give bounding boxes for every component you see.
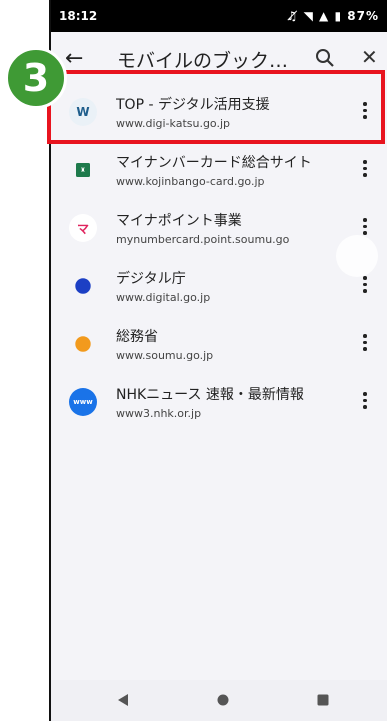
signal-icon: ▲: [319, 9, 330, 23]
wifi-icon: ◥: [303, 9, 314, 23]
bookmark-item[interactable]: ♜ マイナンバーカード総合サイト www.kojinbango-card.go.jp: [51, 142, 387, 200]
bookmark-title: マイナポイント事業: [116, 213, 242, 229]
bookmark-url: www.soumu.go.jp: [116, 349, 214, 362]
system-nav-bar: [51, 680, 387, 721]
bookmark-title: デジタル庁: [116, 271, 186, 287]
bookmark-item[interactable]: 総務省 www.soumu.go.jp: [51, 316, 387, 374]
soumu-icon: [75, 336, 91, 352]
mynapoint-icon: マ: [69, 214, 97, 242]
nav-home-icon[interactable]: [217, 694, 229, 706]
more-options-icon[interactable]: [363, 218, 369, 238]
step-badge: 3: [5, 47, 67, 109]
card-site-icon: ♜: [76, 163, 90, 177]
status-bar: 18:12 ♫̸ ◥ ▲ ▮ 87%: [51, 0, 387, 32]
status-icons: ♫̸ ◥ ▲ ▮ 87%: [287, 9, 379, 23]
page-title: モバイルのブック…: [117, 50, 289, 72]
nav-recents-icon[interactable]: [317, 694, 329, 706]
battery-icon: ▮: [334, 9, 343, 23]
bookmark-url: www3.nhk.or.jp: [116, 407, 202, 420]
back-arrow-icon[interactable]: ←: [65, 46, 83, 71]
bookmark-title: 総務省: [116, 329, 158, 345]
more-options-icon[interactable]: [363, 276, 369, 296]
search-icon[interactable]: [313, 46, 337, 70]
more-options-icon[interactable]: [363, 392, 369, 412]
bookmark-title: マイナンバーカード総合サイト: [116, 155, 312, 171]
status-time: 18:12: [59, 9, 98, 23]
bookmark-url: www.digital.go.jp: [116, 291, 211, 304]
nav-back-icon[interactable]: [117, 694, 129, 706]
bookmark-url: mynumbercard.point.soumu.go: [116, 233, 290, 246]
more-options-icon[interactable]: [363, 160, 369, 180]
bookmark-url: www.kojinbango-card.go.jp: [116, 175, 265, 188]
bookmark-item[interactable]: www NHKニュース 速報・最新情報 www3.nhk.or.jp: [51, 374, 387, 432]
digital-agency-icon: [75, 278, 91, 294]
bookmark-title: NHKニュース 速報・最新情報: [116, 387, 304, 403]
battery-level: 87%: [347, 9, 379, 23]
mute-icon: ♫̸: [286, 9, 299, 23]
highlight-box: [47, 70, 385, 144]
close-icon[interactable]: ✕: [361, 45, 378, 69]
www-icon: www: [69, 388, 97, 416]
more-options-icon[interactable]: [363, 334, 369, 354]
bookmark-item[interactable]: デジタル庁 www.digital.go.jp: [51, 258, 387, 316]
touch-indicator: [336, 235, 378, 277]
